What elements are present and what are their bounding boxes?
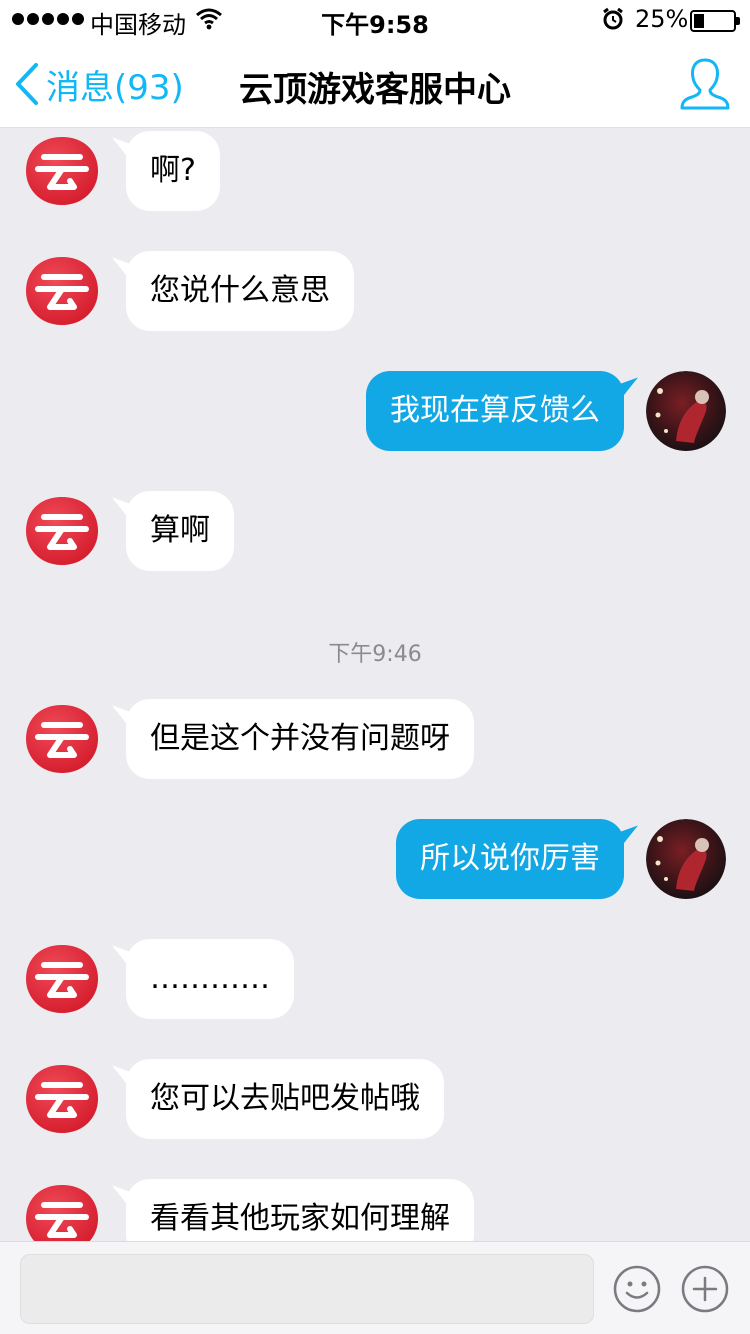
profile-button[interactable] [678,56,732,112]
outgoing-message-bubble[interactable]: 所以说你厉害 [396,819,624,899]
yun-logo-icon [22,939,102,1019]
outgoing-message-bubble[interactable]: 我现在算反馈么 [366,371,624,451]
user-avatar[interactable] [646,371,726,451]
incoming-message-bubble[interactable]: ………… [126,939,294,1019]
user-avatar[interactable] [646,819,726,899]
yun-logo-icon [22,251,102,331]
timestamp-divider: 下午9:46 [328,642,422,667]
incoming-message-bubble[interactable]: 您可以去贴吧发帖哦 [126,1059,444,1139]
incoming-message-bubble[interactable]: 啊? [126,131,220,211]
more-options-button[interactable] [680,1264,730,1314]
incoming-message-bubble[interactable]: 但是这个并没有问题呀 [126,699,474,779]
service-avatar[interactable] [22,939,102,1019]
message-row: 所以说你厉害 [0,819,750,899]
service-avatar[interactable] [22,131,102,211]
message-row: 算啊 [0,491,750,571]
alarm-clock-icon [603,7,623,30]
message-input[interactable] [20,1254,594,1324]
incoming-message-bubble[interactable]: 算啊 [126,491,234,571]
yun-logo-icon [22,131,102,211]
service-avatar[interactable] [22,1059,102,1139]
yun-logo-icon [22,491,102,571]
user-photo [646,819,726,899]
service-avatar[interactable] [22,251,102,331]
navigation-bar: 消息(93) 云顶游戏客服中心 [0,40,750,128]
page-title: 云顶游戏客服中心 [239,70,511,110]
message-row: 我现在算反馈么 [0,371,750,451]
chat-message-list[interactable]: 啊? 您说什么意思 我现在算反馈么 算啊 下午9:46 但是这个并没有问题呀 所… [0,128,750,1241]
incoming-message-bubble[interactable]: 您说什么意思 [126,251,354,331]
smiley-face-icon [613,1265,661,1313]
yun-logo-icon [22,1179,102,1241]
message-row: 但是这个并没有问题呀 [0,699,750,779]
service-avatar[interactable] [22,491,102,571]
message-row: 您可以去贴吧发帖哦 [0,1059,750,1139]
battery-icon [690,10,740,32]
emoji-button[interactable] [612,1264,662,1314]
message-row: 您说什么意思 [0,251,750,331]
message-input-bar [0,1241,750,1334]
incoming-message-bubble[interactable]: 看看其他玩家如何理解 [126,1179,474,1241]
battery-percent: 25% [635,5,689,33]
service-avatar[interactable] [22,699,102,779]
user-photo [646,371,726,451]
person-outline-icon [680,58,730,110]
message-row: 看看其他玩家如何理解 [0,1179,750,1241]
service-avatar[interactable] [22,1179,102,1241]
yun-logo-icon [22,1059,102,1139]
message-row: 啊? [0,131,750,211]
status-bar: 中国移动 下午9:58 25% [0,0,750,40]
plus-circle-icon [681,1265,729,1313]
message-row: ………… [0,939,750,1019]
yun-logo-icon [22,699,102,779]
